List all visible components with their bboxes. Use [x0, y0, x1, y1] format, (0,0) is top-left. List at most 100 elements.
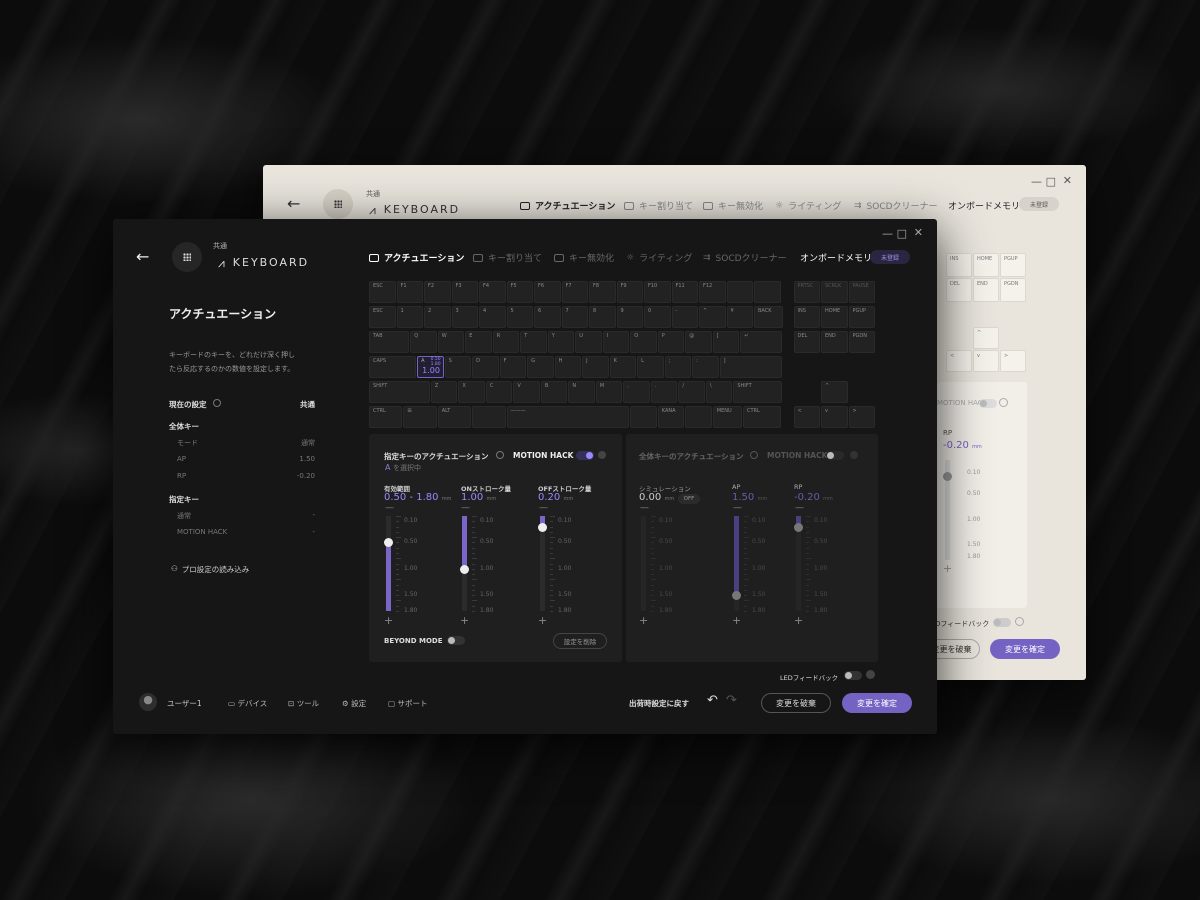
tab-actuation[interactable]: アクチュエーション	[520, 199, 615, 212]
minus-icon[interactable]: —	[385, 503, 394, 513]
key-end[interactable]: END	[821, 331, 848, 353]
devices-link[interactable]: ▭ デバイス	[228, 698, 267, 709]
key-X[interactable]: X	[458, 381, 485, 403]
minus-icon[interactable]: —	[539, 503, 548, 513]
key-f8[interactable]: F8	[589, 281, 616, 303]
key-R[interactable]: R	[492, 331, 520, 353]
help-icon[interactable]	[866, 670, 875, 679]
help-icon[interactable]	[850, 451, 858, 459]
key-@[interactable]: @	[685, 331, 712, 353]
key-V[interactable]: V	[513, 381, 540, 403]
key-J[interactable]: J	[582, 356, 609, 378]
key-S[interactable]: S	[444, 356, 472, 378]
minus-icon[interactable]: —	[795, 503, 804, 513]
key-M[interactable]: M	[595, 381, 623, 403]
rp-slider-knob[interactable]	[943, 472, 952, 481]
key-D[interactable]: D	[472, 356, 499, 378]
key-f3[interactable]: F3	[451, 281, 478, 303]
tab-lighting[interactable]: ☼ ライティング	[626, 251, 692, 265]
key-B[interactable]: B	[540, 381, 568, 403]
key-F[interactable]: F	[499, 356, 527, 378]
key-pgup[interactable]: PGUP	[848, 306, 875, 328]
key-C[interactable]: C	[485, 381, 513, 403]
key-arrow-up[interactable]: ^	[821, 381, 848, 403]
key-esc[interactable]: ESC	[369, 281, 396, 303]
key-row6-3[interactable]	[472, 406, 506, 428]
maximize-icon[interactable]: □	[1046, 175, 1056, 188]
key-up[interactable]: ^	[973, 327, 999, 349]
key-f11[interactable]: F11	[671, 281, 698, 303]
minimize-icon[interactable]: —	[882, 227, 893, 240]
key-¥[interactable]: ¥	[726, 306, 753, 328]
key-f1[interactable]: F1	[396, 281, 423, 303]
key-pause[interactable]: PAUSE	[848, 281, 875, 303]
key-right[interactable]: >	[1000, 350, 1026, 372]
key-SHIFT[interactable]: SHIFT	[369, 381, 430, 403]
minus-icon[interactable]: —	[640, 503, 649, 513]
key-row6-6[interactable]: KANA	[657, 406, 685, 428]
key-0[interactable]: 0	[644, 306, 671, 328]
key-O[interactable]: O	[630, 331, 657, 353]
key-down[interactable]: v	[973, 350, 999, 372]
key-f4[interactable]: F4	[479, 281, 506, 303]
key-7[interactable]: 7	[561, 306, 588, 328]
confirm-button[interactable]: 変更を確定	[842, 693, 912, 713]
key-G[interactable]: G	[527, 356, 554, 378]
ap-slider-knob[interactable]	[732, 591, 741, 601]
tab-key-assign[interactable]: キー割り当て	[624, 199, 693, 212]
on-stroke-slider-track[interactable]	[460, 516, 469, 611]
tab-key-assign[interactable]: キー割り当て	[473, 251, 542, 264]
grid-menu-icon[interactable]	[323, 189, 353, 219]
key-][interactable]: ]	[719, 356, 782, 378]
help-icon[interactable]	[598, 451, 606, 459]
close-icon[interactable]: ✕	[914, 226, 923, 239]
plus-icon[interactable]: +	[794, 614, 803, 627]
key-Q[interactable]: Q	[410, 331, 437, 353]
key--[interactable]: -	[671, 306, 698, 328]
key-row6-4[interactable]: ———	[506, 406, 630, 428]
key-8[interactable]: 8	[589, 306, 616, 328]
plus-icon[interactable]: +	[460, 614, 469, 627]
key-9[interactable]: 9	[616, 306, 643, 328]
key-^[interactable]: ^	[699, 306, 726, 328]
key-pgup[interactable]: PGUP	[1000, 253, 1026, 277]
key-arrow-right[interactable]: >	[848, 406, 875, 428]
key-row6-7[interactable]	[685, 406, 712, 428]
key-,[interactable]: ,	[623, 381, 650, 403]
tab-lighting[interactable]: ☼ ライティング	[775, 199, 841, 213]
support-link[interactable]: ▢ サポート	[388, 698, 427, 709]
range-slider-knob[interactable]	[384, 538, 393, 548]
key-2[interactable]: 2	[424, 306, 451, 328]
key-H[interactable]: H	[554, 356, 582, 378]
key-U[interactable]: U	[575, 331, 602, 353]
tab-onboard[interactable]: オンボードメモリ	[800, 251, 872, 264]
key-arrow-down[interactable]: v	[821, 406, 848, 428]
plus-icon[interactable]: +	[538, 614, 547, 627]
plus-icon[interactable]: +	[384, 614, 393, 627]
key-f12[interactable]: F12	[699, 281, 726, 303]
key-scrlk[interactable]: SCRLK	[821, 281, 848, 303]
rp-slider-track[interactable]	[794, 516, 803, 611]
tab-socd[interactable]: ⇉ SOCDクリーナー	[854, 199, 938, 213]
tab-socd[interactable]: ⇉ SOCDクリーナー	[703, 251, 787, 265]
avatar-icon[interactable]: ●	[139, 693, 157, 711]
key-row6-9[interactable]: CTRL	[743, 406, 781, 428]
key-I[interactable]: I	[602, 331, 630, 353]
ap-slider-track[interactable]	[732, 516, 741, 611]
key-/[interactable]: /	[678, 381, 705, 403]
key-f5[interactable]: F5	[506, 281, 533, 303]
maximize-icon[interactable]: □	[897, 227, 907, 240]
key-TAB[interactable]: TAB	[369, 331, 410, 353]
tab-key-disable[interactable]: キー無効化	[554, 251, 614, 264]
simulation-slider-track[interactable]	[641, 516, 646, 611]
help-icon[interactable]	[496, 451, 504, 459]
undo-icon[interactable]: ↶	[707, 693, 718, 708]
plus-icon[interactable]: +	[639, 614, 648, 627]
range-slider-track[interactable]	[384, 516, 393, 611]
user-name[interactable]: ユーザー1	[167, 698, 202, 709]
key-del[interactable]: DEL	[946, 278, 972, 302]
key-CAPS[interactable]: CAPS	[369, 356, 417, 378]
back-arrow-icon[interactable]: ←	[136, 247, 149, 266]
key-ins[interactable]: INS	[793, 306, 820, 328]
help-icon[interactable]	[999, 398, 1008, 407]
